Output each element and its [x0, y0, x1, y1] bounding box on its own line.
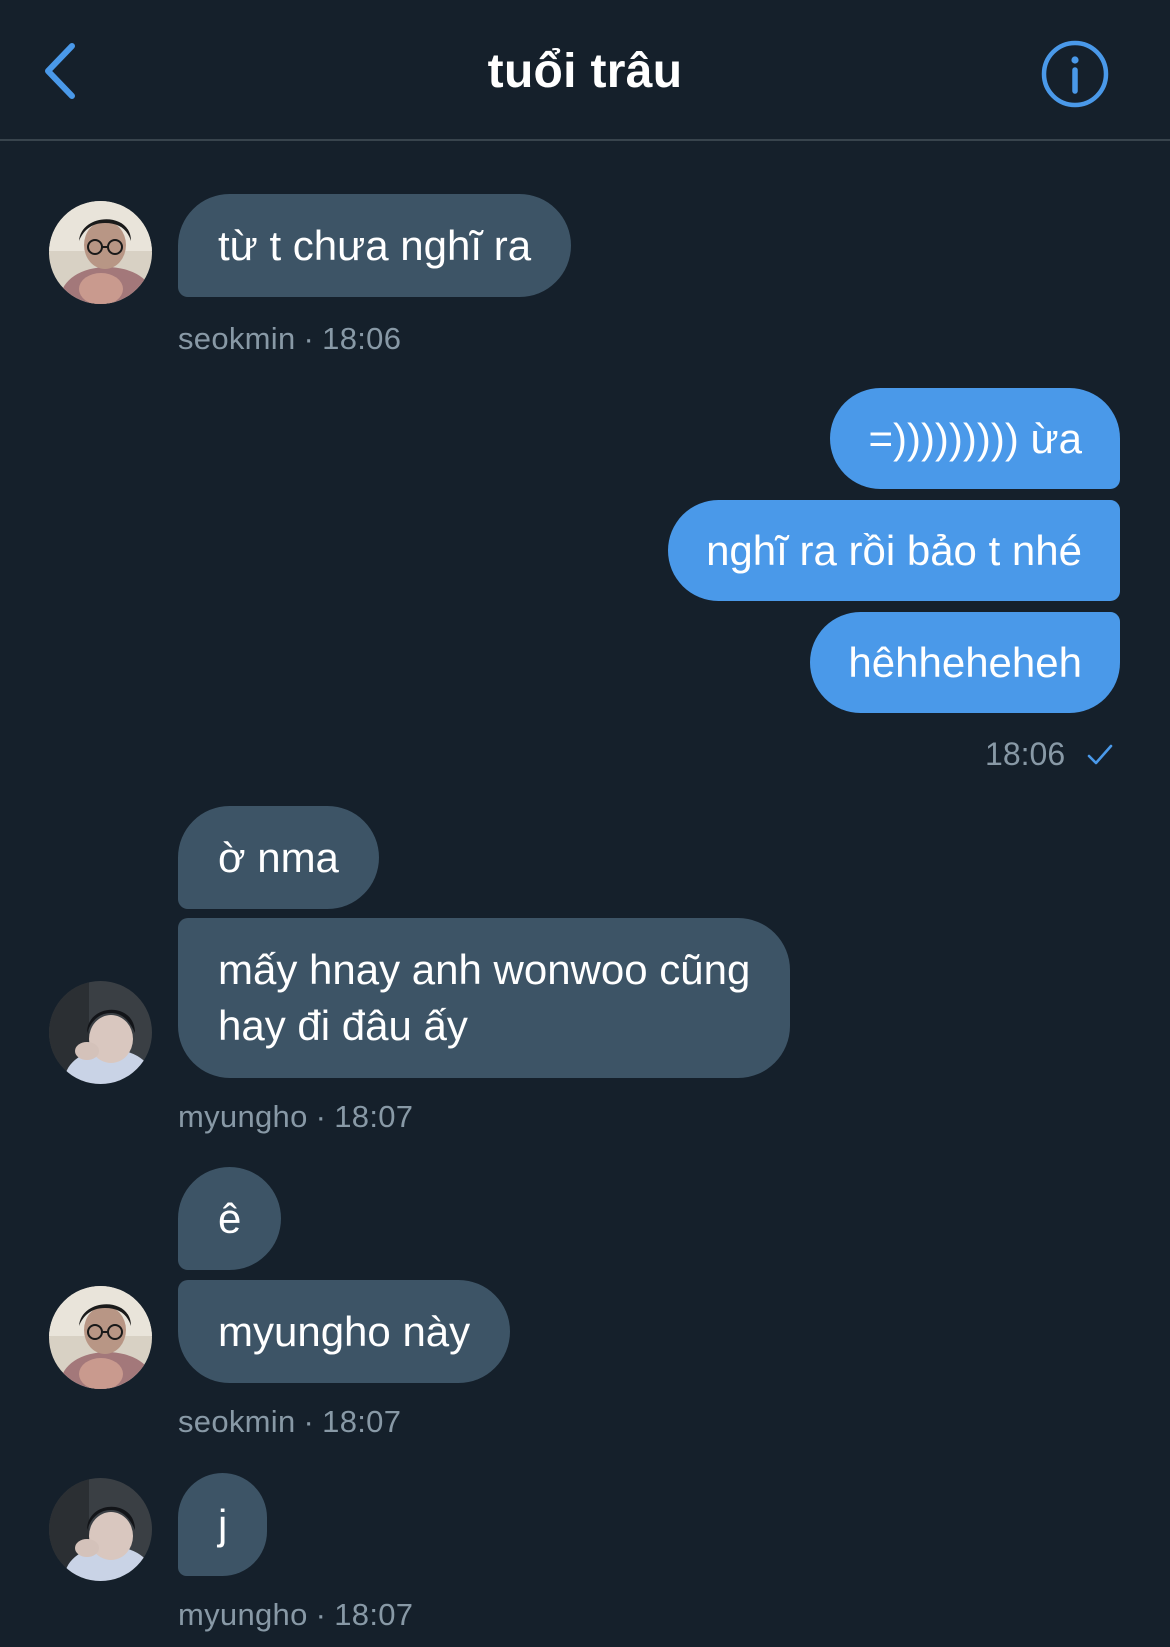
info-button[interactable] [1040, 39, 1110, 109]
avatar-seokmin[interactable] [49, 1286, 152, 1389]
message-bubble[interactable]: từ t chưa nghĩ ra [178, 194, 572, 297]
sender-name: myungho [178, 1099, 308, 1134]
avatar-seokmin[interactable] [49, 201, 152, 304]
message-bubble-outgoing[interactable]: hêhheheheh [810, 612, 1120, 713]
sender-name: seokmin [178, 1404, 296, 1439]
message-text: hêhheheheh [848, 639, 1082, 686]
info-icon [1041, 40, 1109, 108]
message-bubble-outgoing[interactable]: nghĩ ra rồi bảo t nhé [668, 500, 1120, 601]
message-meta: myungho · 18:07 [178, 1099, 413, 1135]
conversation-title: tuổi trâu [487, 45, 683, 98]
message-text-line: mấy hnay anh wonwoo cũng [218, 946, 751, 993]
message-meta: seokmin · 18:06 [178, 321, 401, 357]
conversation-header: tuổi trâu [0, 0, 1170, 141]
message-bubble[interactable]: mấy hnay anh wonwoo cũng hay đi đâu ấy [178, 918, 791, 1078]
separator: · [303, 321, 315, 356]
separator: · [315, 1099, 327, 1134]
message-text: ờ nma [218, 834, 339, 881]
sender-name: seokmin [178, 321, 296, 356]
message-time: 18:07 [334, 1099, 414, 1134]
message-meta: myungho · 18:07 [178, 1597, 413, 1633]
message-time: 18:07 [322, 1404, 402, 1439]
message-meta-outgoing: 18:06 [985, 736, 1114, 775]
avatar-myungho[interactable] [49, 981, 152, 1084]
separator: · [303, 1404, 315, 1439]
sender-name: myungho [178, 1597, 308, 1632]
message-bubble-outgoing[interactable]: =))))))))) ừa [830, 388, 1120, 489]
message-text-line: hay đi đâu ấy [218, 1002, 468, 1049]
message-bubble[interactable]: ê [178, 1167, 282, 1270]
message-time: 18:07 [334, 1597, 414, 1632]
avatar-myungho[interactable] [49, 1478, 152, 1581]
message-text: =))))))))) ừa [868, 415, 1082, 462]
message-text: j [218, 1501, 228, 1548]
message-text: ê [218, 1195, 242, 1242]
message-text: từ t chưa nghĩ ra [218, 222, 532, 269]
message-bubble[interactable]: j [178, 1473, 268, 1576]
separator: · [315, 1597, 327, 1632]
message-time: 18:06 [322, 321, 402, 356]
message-text: nghĩ ra rồi bảo t nhé [706, 527, 1082, 574]
message-bubble[interactable]: myungho này [178, 1280, 511, 1383]
message-bubble[interactable]: ờ nma [178, 806, 379, 909]
message-text: myungho này [218, 1308, 471, 1355]
check-icon [1086, 738, 1114, 775]
message-time: 18:06 [985, 736, 1066, 772]
message-meta: seokmin · 18:07 [178, 1404, 401, 1440]
